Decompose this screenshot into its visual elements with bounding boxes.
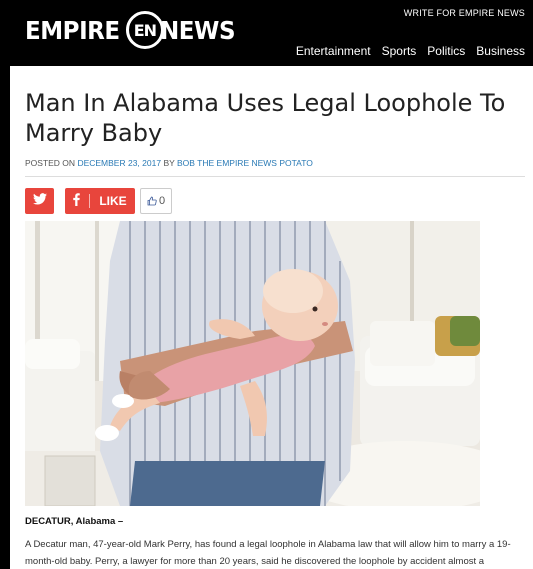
write-for-us-link[interactable]: WRITE FOR EMPIRE NEWS (404, 8, 525, 18)
article-title: Man In Alabama Uses Legal Loophole To Ma… (25, 89, 506, 147)
article-meta: POSTED ON DECEMBER 23, 2017 BY BOB THE E… (25, 158, 313, 168)
article-dateline: DECATUR, Alabama – (25, 516, 124, 527)
meta-divider (25, 176, 525, 177)
button-separator (89, 194, 91, 208)
by-label: BY (163, 158, 175, 168)
author-link[interactable]: BOB THE EMPIRE NEWS POTATO (177, 158, 313, 168)
facebook-like-button[interactable]: LIKE (65, 188, 135, 214)
nav-item-business[interactable]: Business (476, 44, 525, 58)
logo-text-right: NEWS (159, 15, 236, 45)
nav-item-politics[interactable]: Politics (427, 44, 465, 58)
site-logo[interactable]: EMPIRE EN NEWS (25, 11, 242, 49)
logo-mark: EN (125, 11, 164, 49)
nav-item-sports[interactable]: Sports (382, 44, 417, 58)
main-nav: Entertainment Sports Politics Business (296, 44, 525, 58)
like-label: LIKE (99, 194, 127, 208)
article-photo (25, 221, 480, 506)
twitter-share-button[interactable] (25, 188, 54, 214)
like-count-box: 0 (140, 188, 172, 214)
site-header: EMPIRE EN NEWS WRITE FOR EMPIRE NEWS Ent… (0, 0, 533, 66)
article-body: A Decatur man, 47-year-old Mark Perry, h… (25, 539, 511, 567)
thumbs-up-icon (147, 196, 157, 206)
like-count: 0 (158, 195, 166, 207)
twitter-icon (32, 192, 47, 210)
article-container: Man In Alabama Uses Legal Loophole To Ma… (10, 66, 533, 569)
nav-item-entertainment[interactable]: Entertainment (296, 44, 371, 58)
facebook-icon (73, 193, 81, 209)
article-date-link[interactable]: DECEMBER 23, 2017 (77, 158, 161, 168)
logo-text-left: EMPIRE (25, 15, 120, 45)
posted-on-label: POSTED ON (25, 158, 76, 168)
